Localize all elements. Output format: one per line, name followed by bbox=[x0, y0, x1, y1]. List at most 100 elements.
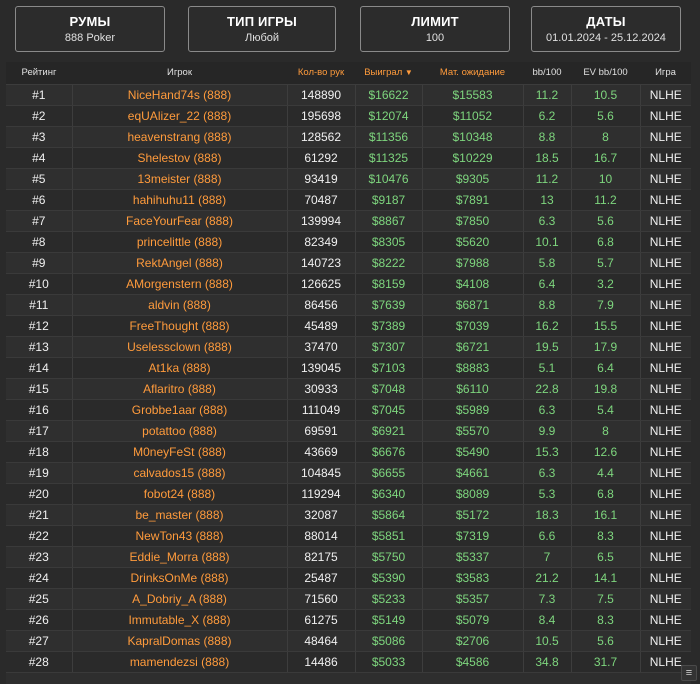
filter-bar: РУМЫ 888 Poker ТИП ИГРЫ Любой ЛИМИТ 100 … bbox=[0, 0, 700, 60]
limit-filter-button[interactable]: ЛИМИТ 100 bbox=[360, 6, 510, 52]
cell-player-link[interactable]: DrinksOnMe (888) bbox=[72, 567, 288, 589]
cell-hands: 32087 bbox=[287, 504, 356, 526]
cell-hands: 140723 bbox=[287, 252, 356, 274]
cell-won: $6676 bbox=[355, 441, 423, 463]
table-row[interactable]: #17 potattoo (888) 69591 $6921 $5570 9.9 8 NLHE bbox=[6, 420, 691, 442]
table-row[interactable]: #2 eqUAlizer_22 (888) 195698 $12074 $11052 6.… bbox=[6, 105, 691, 127]
table-row[interactable]: #25 A_Dobriy_A (888) 71560 $5233 $5357 7.3 7.5… bbox=[6, 588, 691, 610]
table-row[interactable]: #20 fobot24 (888) 119294 $6340 $8089 5.3 6.8 NL… bbox=[6, 483, 691, 505]
cell-player-link[interactable]: Uselessclown (888) bbox=[72, 336, 288, 358]
cell-player-link[interactable]: NiceHand74s (888) bbox=[72, 84, 288, 106]
game-type-filter-button[interactable]: ТИП ИГРЫ Любой bbox=[188, 6, 336, 52]
cell-rank: #23 bbox=[6, 546, 73, 568]
table-row[interactable]: #12 FreeThought (888) 45489 $7389 $7039 16.2 1… bbox=[6, 315, 691, 337]
cell-rank: #3 bbox=[6, 126, 73, 148]
cell-ev: $5079 bbox=[422, 609, 524, 631]
column-header-won[interactable]: Выиграл ▼ bbox=[355, 62, 422, 85]
cell-ev: $9305 bbox=[422, 168, 524, 190]
table-row[interactable]: #1 NiceHand74s (888) 148890 $16622 $15583 11.… bbox=[6, 84, 691, 106]
dates-filter-button[interactable]: ДАТЫ 01.01.2024 - 25.12.2024 bbox=[531, 6, 681, 52]
cell-ev-bb100: 5.6 bbox=[571, 210, 641, 232]
cell-bb100: 22.8 bbox=[523, 378, 572, 400]
table-row[interactable]: #13 Uselessclown (888) 37470 $7307 $6721 19.5… bbox=[6, 336, 691, 358]
cell-ev-bb100: 14.1 bbox=[571, 567, 641, 589]
table-row[interactable]: #23 Eddie_Morra (888) 82175 $5750 $5337 7 6.5 N… bbox=[6, 546, 691, 568]
cell-player-link[interactable]: Immutable_X (888) bbox=[72, 609, 288, 631]
cell-player-link[interactable]: At1ka (888) bbox=[72, 357, 288, 379]
column-header-rank[interactable]: Рейтинг bbox=[6, 62, 72, 85]
cell-bb100: 5.8 bbox=[523, 252, 572, 274]
cell-player-link[interactable]: M0neyFeSt (888) bbox=[72, 441, 288, 463]
cell-won: $5233 bbox=[355, 588, 423, 610]
cell-rank: #28 bbox=[6, 651, 73, 673]
table-row[interactable]: #11 aldvin (888) 86456 $7639 $6871 8.8 7.9 NLHE bbox=[6, 294, 691, 316]
table-row[interactable]: #4 Shelestov (888) 61292 $11325 $10229 18.5 16… bbox=[6, 147, 691, 169]
column-header-bb100[interactable]: bb/100 bbox=[523, 62, 571, 85]
cell-player-link[interactable]: AMorgenstern (888) bbox=[72, 273, 288, 295]
cell-player-link[interactable]: mamendezsi (888) bbox=[72, 651, 288, 673]
column-header-ev[interactable]: Мат. ожидание bbox=[422, 62, 523, 85]
table-row[interactable]: #7 FaceYourFear (888) 139994 $8867 $7850 6.3 5… bbox=[6, 210, 691, 232]
cell-player-link[interactable]: heavenstrang (888) bbox=[72, 126, 288, 148]
cell-game: NLHE bbox=[640, 210, 691, 232]
cell-rank: #17 bbox=[6, 420, 73, 442]
table-row[interactable]: #15 Aflaritro (888) 30933 $7048 $6110 22.8 19.… bbox=[6, 378, 691, 400]
cell-player-link[interactable]: Grobbe1aar (888) bbox=[72, 399, 288, 421]
table-row[interactable]: #14 At1ka (888) 139045 $7103 $8883 5.1 6.4 NLHE bbox=[6, 357, 691, 379]
table-row[interactable]: #26 Immutable_X (888) 61275 $5149 $5079 8.4 8.… bbox=[6, 609, 691, 631]
cell-bb100: 6.4 bbox=[523, 273, 572, 295]
cell-rank: #16 bbox=[6, 399, 73, 421]
cell-player-link[interactable]: KapralDomas (888) bbox=[72, 630, 288, 652]
cell-ev: $10348 bbox=[422, 126, 524, 148]
table-row[interactable]: #10 AMorgenstern (888) 126625 $8159 $4108 6.4… bbox=[6, 273, 691, 295]
cell-ev-bb100: 11.2 bbox=[571, 189, 641, 211]
table-row[interactable]: #3 heavenstrang (888) 128562 $11356 $10348 8.… bbox=[6, 126, 691, 148]
table-row[interactable]: #22 NewTon43 (888) 88014 $5851 $7319 6.6 8.3 NL… bbox=[6, 525, 691, 547]
cell-game: NLHE bbox=[640, 84, 691, 106]
cell-ev: $5989 bbox=[422, 399, 524, 421]
cell-player-link[interactable]: Eddie_Morra (888) bbox=[72, 546, 288, 568]
cell-player-link[interactable]: A_Dobriy_A (888) bbox=[72, 588, 288, 610]
cell-player-link[interactable]: hahihuhu11 (888) bbox=[72, 189, 288, 211]
cell-player-link[interactable]: Shelestov (888) bbox=[72, 147, 288, 169]
table-row[interactable]: #8 princelittle (888) 82349 $8305 $5620 10.1 6… bbox=[6, 231, 691, 253]
column-header-game[interactable]: Игра bbox=[640, 62, 691, 85]
rooms-filter-button[interactable]: РУМЫ 888 Poker bbox=[15, 6, 165, 52]
cell-player-link[interactable]: fobot24 (888) bbox=[72, 483, 288, 505]
table-row[interactable]: #24 DrinksOnMe (888) 25487 $5390 $3583 21.2 14… bbox=[6, 567, 691, 589]
cell-bb100: 7.3 bbox=[523, 588, 572, 610]
column-header-ev-bb100[interactable]: EV bb/100 bbox=[571, 62, 640, 85]
table-row[interactable]: #16 Grobbe1aar (888) 111049 $7045 $5989 6.3 5.… bbox=[6, 399, 691, 421]
cell-won: $5086 bbox=[355, 630, 423, 652]
cell-ev: $7850 bbox=[422, 210, 524, 232]
table-row[interactable]: #19 calvados15 (888) 104845 $6655 $4661 6.3 4.… bbox=[6, 462, 691, 484]
cell-rank: #13 bbox=[6, 336, 73, 358]
table-row[interactable]: #6 hahihuhu11 (888) 70487 $9187 $7891 13 11.2 N… bbox=[6, 189, 691, 211]
cell-player-link[interactable]: FreeThought (888) bbox=[72, 315, 288, 337]
cell-player-link[interactable]: be_master (888) bbox=[72, 504, 288, 526]
cell-player-link[interactable]: potattoo (888) bbox=[72, 420, 288, 442]
column-header-player[interactable]: Игрок bbox=[72, 62, 287, 85]
table-row[interactable]: #28 mamendezsi (888) 14486 $5033 $4586 34.8 31… bbox=[6, 651, 691, 673]
table-row[interactable]: #18 M0neyFeSt (888) 43669 $6676 $5490 15.3 12.… bbox=[6, 441, 691, 463]
cell-hands: 93419 bbox=[287, 168, 356, 190]
cell-player-link[interactable]: FaceYourFear (888) bbox=[72, 210, 288, 232]
cell-ev: $5337 bbox=[422, 546, 524, 568]
cell-player-link[interactable]: eqUAlizer_22 (888) bbox=[72, 105, 288, 127]
cell-player-link[interactable]: RektAngel (888) bbox=[72, 252, 288, 274]
cell-player-link[interactable]: NewTon43 (888) bbox=[72, 525, 288, 547]
cell-player-link[interactable]: 13meister (888) bbox=[72, 168, 288, 190]
cell-player-link[interactable]: calvados15 (888) bbox=[72, 462, 288, 484]
cell-game: NLHE bbox=[640, 546, 691, 568]
table-row[interactable]: #9 RektAngel (888) 140723 $8222 $7988 5.8 5.7 N… bbox=[6, 252, 691, 274]
table-row[interactable]: #27 KapralDomas (888) 48464 $5086 $2706 10.5 5… bbox=[6, 630, 691, 652]
cell-won: $8159 bbox=[355, 273, 423, 295]
cell-player-link[interactable]: Aflaritro (888) bbox=[72, 378, 288, 400]
cell-player-link[interactable]: aldvin (888) bbox=[72, 294, 288, 316]
menu-icon[interactable]: ≡ bbox=[681, 665, 697, 681]
table-row[interactable]: #5 13meister (888) 93419 $10476 $9305 11.2 10 N… bbox=[6, 168, 691, 190]
column-header-hands[interactable]: Кол-во рук bbox=[287, 62, 355, 85]
table-row[interactable]: #21 be_master (888) 32087 $5864 $5172 18.3 16.… bbox=[6, 504, 691, 526]
cell-player-link[interactable]: princelittle (888) bbox=[72, 231, 288, 253]
cell-ev: $6721 bbox=[422, 336, 524, 358]
